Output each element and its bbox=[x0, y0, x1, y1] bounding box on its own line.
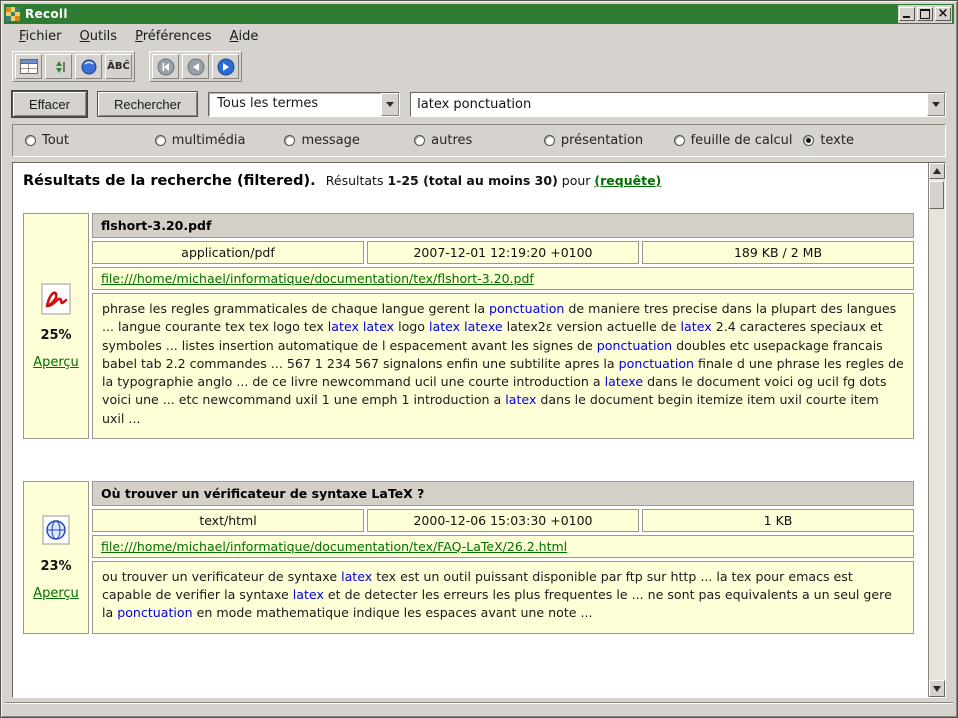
radio-icon bbox=[544, 135, 555, 146]
clear-button[interactable]: Effacer bbox=[12, 91, 87, 117]
spell-icon[interactable]: ÂBĈ bbox=[105, 54, 132, 79]
result-url-cell: file:///home/michael/informatique/docume… bbox=[92, 267, 914, 290]
preview-link[interactable]: Aperçu bbox=[33, 586, 79, 601]
result-title: flshort-3.20.pdf bbox=[92, 213, 914, 238]
filter-radio-presentation[interactable]: présentation bbox=[544, 133, 674, 148]
results-header: Résultats de la recherche (filtered). Ré… bbox=[23, 173, 916, 189]
results-area: Résultats de la recherche (filtered). Ré… bbox=[12, 162, 946, 698]
result-item: 23% Aperçu Où trouver un vérificateur de… bbox=[23, 481, 914, 634]
next-page-icon[interactable] bbox=[212, 54, 239, 79]
result-mime-type: text/html bbox=[92, 509, 364, 532]
scrollbar-thumb[interactable] bbox=[929, 181, 944, 209]
results-scrollbar[interactable] bbox=[928, 163, 945, 697]
menu-bar: Fichier Outils Préférences Aide bbox=[4, 24, 954, 48]
menu-fichier[interactable]: Fichier bbox=[12, 27, 69, 46]
result-date: 2007-12-01 12:19:20 +0100 bbox=[367, 241, 639, 264]
result-date: 2000-12-06 15:03:30 +0100 bbox=[367, 509, 639, 532]
pdf-icon bbox=[41, 283, 71, 315]
preview-link[interactable]: Aperçu bbox=[33, 355, 79, 370]
result-side-panel: 23% Aperçu bbox=[23, 481, 89, 634]
query-combobox[interactable] bbox=[410, 92, 946, 117]
html-icon bbox=[41, 515, 71, 545]
first-page-icon[interactable] bbox=[152, 54, 179, 79]
result-url-link[interactable]: file:///home/michael/informatique/docume… bbox=[101, 539, 567, 554]
close-icon[interactable] bbox=[935, 7, 951, 21]
window-controls bbox=[898, 5, 952, 23]
filter-radio-tout[interactable]: Tout bbox=[25, 133, 155, 148]
result-mime-type: application/pdf bbox=[92, 241, 364, 264]
search-button[interactable]: Rechercher bbox=[97, 91, 198, 117]
result-details: flshort-3.20.pdf application/pdf 2007-12… bbox=[92, 213, 914, 439]
search-input[interactable] bbox=[411, 93, 927, 116]
menu-outils[interactable]: Outils bbox=[73, 27, 125, 46]
filter-radio-feuille-de-calcul[interactable]: feuille de calcul bbox=[674, 133, 804, 148]
scrollbar-track[interactable] bbox=[929, 179, 945, 680]
result-item: 25% Aperçu flshort-3.20.pdf application/… bbox=[23, 213, 914, 439]
status-bar bbox=[5, 702, 953, 714]
chevron-down-icon[interactable] bbox=[381, 93, 399, 116]
radio-icon bbox=[155, 135, 166, 146]
result-size: 189 KB / 2 MB bbox=[642, 241, 914, 264]
toolbar: ÂBĈ bbox=[4, 48, 954, 86]
document-type-icon bbox=[40, 513, 72, 547]
result-abstract: phrase les regles grammaticales de chaqu… bbox=[92, 293, 914, 439]
filter-radio-multimedia[interactable]: multimédia bbox=[155, 133, 285, 148]
filter-radio-autres[interactable]: autres bbox=[414, 133, 544, 148]
category-filter-panel: Tout multimédia message autres présentat… bbox=[12, 124, 946, 157]
scroll-up-icon[interactable] bbox=[929, 163, 945, 179]
radio-icon bbox=[803, 135, 814, 146]
results-viewport: Résultats de la recherche (filtered). Ré… bbox=[13, 163, 928, 697]
search-mode-value: Tous les termes bbox=[209, 93, 381, 116]
results-table-icon[interactable] bbox=[15, 54, 42, 79]
radio-icon bbox=[674, 135, 685, 146]
result-size: 1 KB bbox=[642, 509, 914, 532]
title-bar[interactable]: Recoll bbox=[4, 4, 954, 24]
search-mode-select[interactable]: Tous les termes bbox=[208, 92, 400, 117]
maximize-icon[interactable] bbox=[917, 7, 933, 21]
filter-radio-texte[interactable]: texte bbox=[803, 133, 933, 148]
toolbar-group-main: ÂBĈ bbox=[12, 51, 135, 82]
result-side-panel: 25% Aperçu bbox=[23, 213, 89, 439]
window-title: Recoll bbox=[25, 7, 68, 21]
minimize-icon[interactable] bbox=[899, 7, 915, 21]
menu-aide[interactable]: Aide bbox=[223, 27, 266, 46]
radio-icon bbox=[25, 135, 36, 146]
result-url-cell: file:///home/michael/informatique/docume… bbox=[92, 535, 914, 558]
query-link[interactable]: (requête) bbox=[594, 173, 661, 188]
menu-preferences[interactable]: Préférences bbox=[128, 27, 218, 46]
scroll-down-icon[interactable] bbox=[929, 680, 945, 697]
sort-icon[interactable] bbox=[45, 54, 72, 79]
radio-icon bbox=[414, 135, 425, 146]
relevance-percent: 25% bbox=[40, 328, 71, 343]
app-icon bbox=[6, 7, 20, 21]
radio-icon bbox=[284, 135, 295, 146]
result-abstract: ou trouver un verificateur de syntaxe la… bbox=[92, 561, 914, 634]
history-icon[interactable] bbox=[75, 54, 102, 79]
results-title: Résultats de la recherche (filtered). bbox=[23, 173, 316, 189]
result-url-link[interactable]: file:///home/michael/informatique/docume… bbox=[101, 271, 534, 286]
results-list: 25% Aperçu flshort-3.20.pdf application/… bbox=[21, 213, 918, 634]
search-bar: Effacer Rechercher Tous les termes bbox=[4, 86, 954, 123]
filter-radio-message[interactable]: message bbox=[284, 133, 414, 148]
result-details: Où trouver un vérificateur de syntaxe La… bbox=[92, 481, 914, 634]
document-type-icon bbox=[40, 282, 72, 316]
previous-page-icon[interactable] bbox=[182, 54, 209, 79]
relevance-percent: 23% bbox=[40, 559, 71, 574]
toolbar-group-nav bbox=[149, 51, 242, 82]
results-count: Résultats 1-25 (total au moins 30) pour … bbox=[326, 173, 662, 188]
result-title: Où trouver un vérificateur de syntaxe La… bbox=[92, 481, 914, 506]
recoll-window: Recoll Fichier Outils Préférences Aide bbox=[0, 0, 958, 718]
chevron-down-icon[interactable] bbox=[927, 93, 945, 116]
